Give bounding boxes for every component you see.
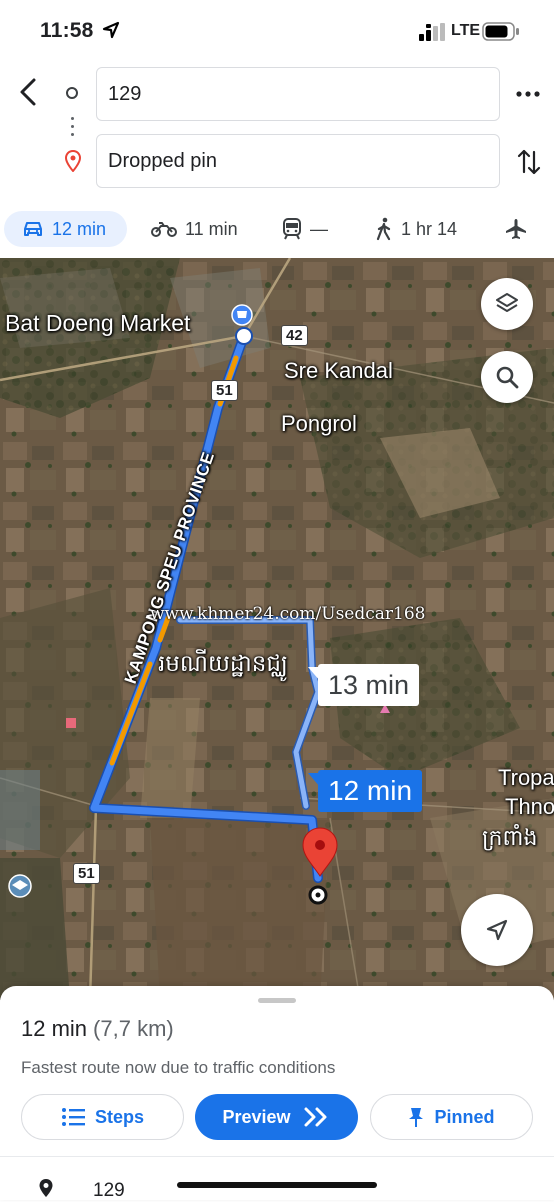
tab-motorcycle[interactable]: 11 min [151, 211, 238, 247]
tab-drive[interactable]: 12 min [4, 211, 127, 247]
origin-input[interactable]: 129 [96, 67, 500, 121]
first-step-label: 129 [93, 1180, 125, 1201]
back-button[interactable] [14, 74, 46, 110]
satellite-map [0, 258, 554, 1000]
search-icon [496, 366, 519, 389]
watermark: www.khmer24.com/Usedcar168 [150, 604, 426, 624]
road-shield-51: 51 [211, 380, 238, 401]
sheet-drag-handle[interactable] [258, 998, 296, 1003]
status-bar: 11:58 LTE [0, 0, 554, 60]
map-label-khmer-resort: រមណីយដ្ឋានជ្ឈូ [158, 650, 288, 676]
home-indicator[interactable] [177, 1182, 377, 1188]
walk-icon [376, 217, 391, 241]
map-label-khmer-village: ក្រពាំង [482, 825, 538, 850]
map-label-pongrol: Pongrol [281, 411, 357, 436]
list-icon [61, 1108, 85, 1126]
navigation-arrow-icon [486, 919, 508, 941]
steps-button-label: Steps [94, 1106, 145, 1127]
train-icon [283, 218, 301, 240]
tab-walk[interactable]: 1 hr 14 [375, 211, 457, 247]
search-along-route-button[interactable] [481, 351, 533, 403]
alt-route-time-badge[interactable]: 13 min [307, 664, 420, 706]
swap-icon[interactable] [515, 146, 543, 178]
pinned-button-label: Pinned [434, 1106, 495, 1127]
layers-button[interactable] [481, 278, 533, 330]
sheet-divider [0, 1156, 554, 1157]
preview-button[interactable]: Preview [195, 1094, 358, 1140]
status-time: 11:58 [40, 19, 94, 42]
map-view[interactable]: Bat Doeng Market Sre Kandal Pongrol KAMP… [0, 258, 554, 1000]
battery-icon [482, 22, 519, 41]
main-route-time-badge[interactable]: 12 min [307, 770, 423, 812]
road-shield-42: 42 [281, 325, 308, 346]
pin-icon [409, 1108, 424, 1127]
more-options-icon[interactable] [513, 84, 543, 104]
road-shield-51: 51 [73, 863, 100, 884]
tab-transit[interactable]: — [282, 211, 328, 247]
location-arrow-icon [102, 21, 120, 39]
tab-transit-label: — [310, 218, 328, 239]
tab-walk-label: 1 hr 14 [401, 218, 458, 239]
map-label-thno: Thno [505, 794, 554, 819]
map-label-sre-kandal: Sre Kandal [284, 358, 393, 383]
route-bottom-sheet[interactable]: 12 min (7,7 km) Fastest route now due to … [0, 986, 554, 1201]
location-pin-icon [39, 1179, 53, 1197]
tab-motorcycle-label: 11 min [185, 218, 238, 239]
route-distance: (7,7 km) [93, 1016, 174, 1041]
route-summary: 12 min (7,7 km) [21, 1016, 174, 1042]
motorcycle-icon [151, 222, 177, 237]
airplane-icon [506, 219, 526, 239]
destination-input[interactable]: Dropped pin [96, 134, 500, 188]
signal-icon [419, 23, 445, 41]
network-type: LTE [451, 22, 481, 39]
map-label-market[interactable]: Bat Doeng Market [5, 310, 190, 337]
destination-pin-icon [64, 150, 82, 172]
car-icon [24, 222, 42, 236]
steps-button[interactable]: Steps [21, 1094, 184, 1140]
preview-button-label: Preview [222, 1106, 291, 1127]
pinned-button[interactable]: Pinned [370, 1094, 533, 1140]
tab-flight[interactable] [505, 211, 535, 247]
map-label-tropa: Tropa [498, 765, 554, 790]
my-location-button[interactable] [461, 894, 533, 966]
double-chevron-right-icon [304, 1107, 327, 1127]
route-duration: 12 min [21, 1016, 88, 1041]
travel-mode-tabs: 12 min 11 min — 1 hr 14 [0, 204, 554, 254]
origin-circle-icon [66, 87, 78, 99]
tab-drive-label: 12 min [52, 218, 107, 239]
layers-icon [496, 293, 518, 312]
route-dots-icon [71, 117, 74, 139]
route-note: Fastest route now due to traffic conditi… [21, 1058, 336, 1077]
